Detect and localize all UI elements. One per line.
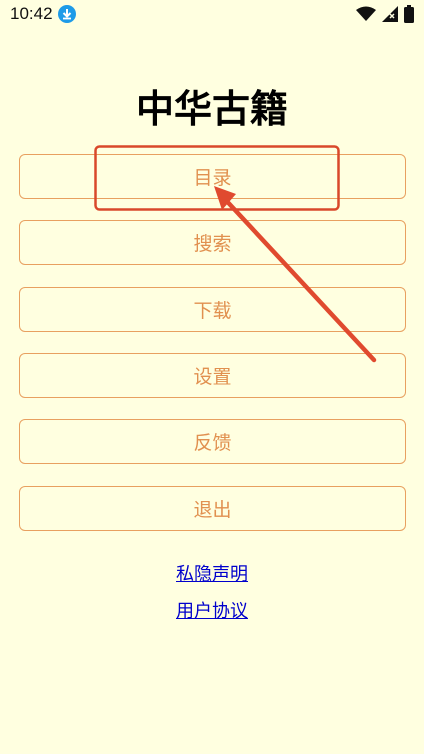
settings-button[interactable]: 设置: [19, 353, 406, 398]
status-bar: 10:42: [0, 0, 424, 28]
privacy-link[interactable]: 私隐声明: [0, 560, 424, 586]
exit-button[interactable]: 退出: [19, 486, 406, 531]
catalog-button[interactable]: 目录: [19, 154, 406, 199]
status-time: 10:42: [10, 4, 53, 23]
download-icon: [58, 5, 76, 23]
wifi-icon: [356, 6, 376, 22]
battery-icon: [404, 5, 414, 23]
download-button[interactable]: 下载: [19, 287, 406, 332]
feedback-button[interactable]: 反馈: [19, 419, 406, 464]
app-title: 中华古籍: [135, 87, 288, 131]
search-button[interactable]: 搜索: [19, 220, 406, 265]
user-agreement-link[interactable]: 用户协议: [0, 597, 424, 623]
signal-icon: [382, 6, 398, 22]
